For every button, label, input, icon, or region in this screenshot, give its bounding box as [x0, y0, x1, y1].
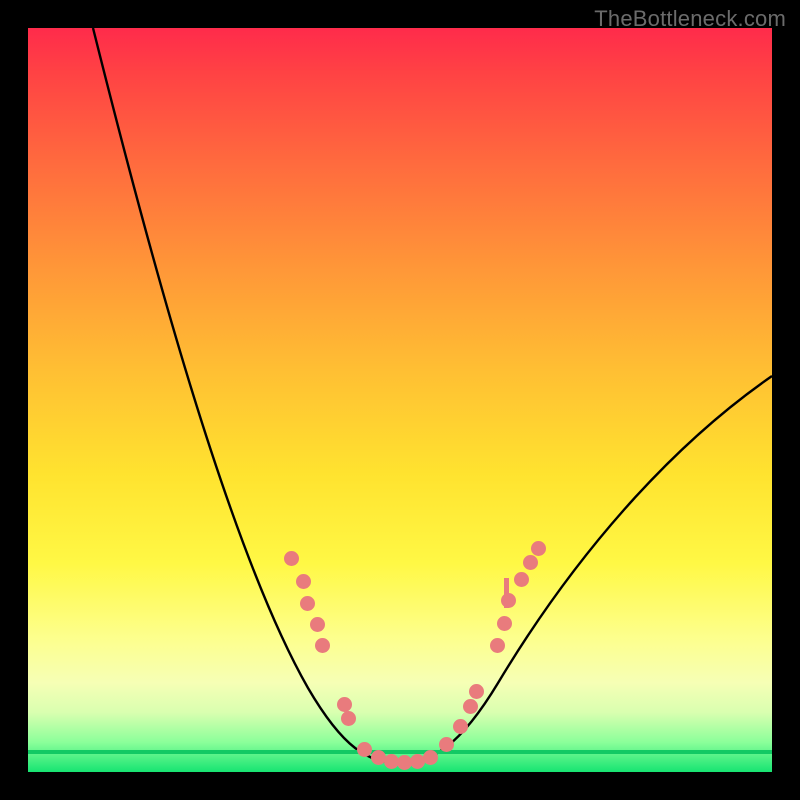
- bottleneck-curve: [28, 28, 772, 772]
- sample-dot: [341, 711, 356, 726]
- sample-dot: [497, 616, 512, 631]
- curve-path: [93, 28, 772, 763]
- sample-dot: [523, 555, 538, 570]
- sample-dot: [423, 750, 438, 765]
- sample-dot: [469, 684, 484, 699]
- sample-dot: [310, 617, 325, 632]
- sample-dot: [284, 551, 299, 566]
- baseline-strip: [28, 750, 772, 754]
- sample-dot: [490, 638, 505, 653]
- sample-dot: [453, 719, 468, 734]
- sample-dot: [337, 697, 352, 712]
- sample-dot: [439, 737, 454, 752]
- sample-dot: [357, 742, 372, 757]
- sample-dot: [315, 638, 330, 653]
- watermark-text: TheBottleneck.com: [594, 6, 786, 32]
- sample-dot: [296, 574, 311, 589]
- sample-dot: [531, 541, 546, 556]
- chart-plot-area: [28, 28, 772, 772]
- sample-dot: [514, 572, 529, 587]
- sample-dot: [300, 596, 315, 611]
- sample-dot: [463, 699, 478, 714]
- sample-dot: [501, 593, 516, 608]
